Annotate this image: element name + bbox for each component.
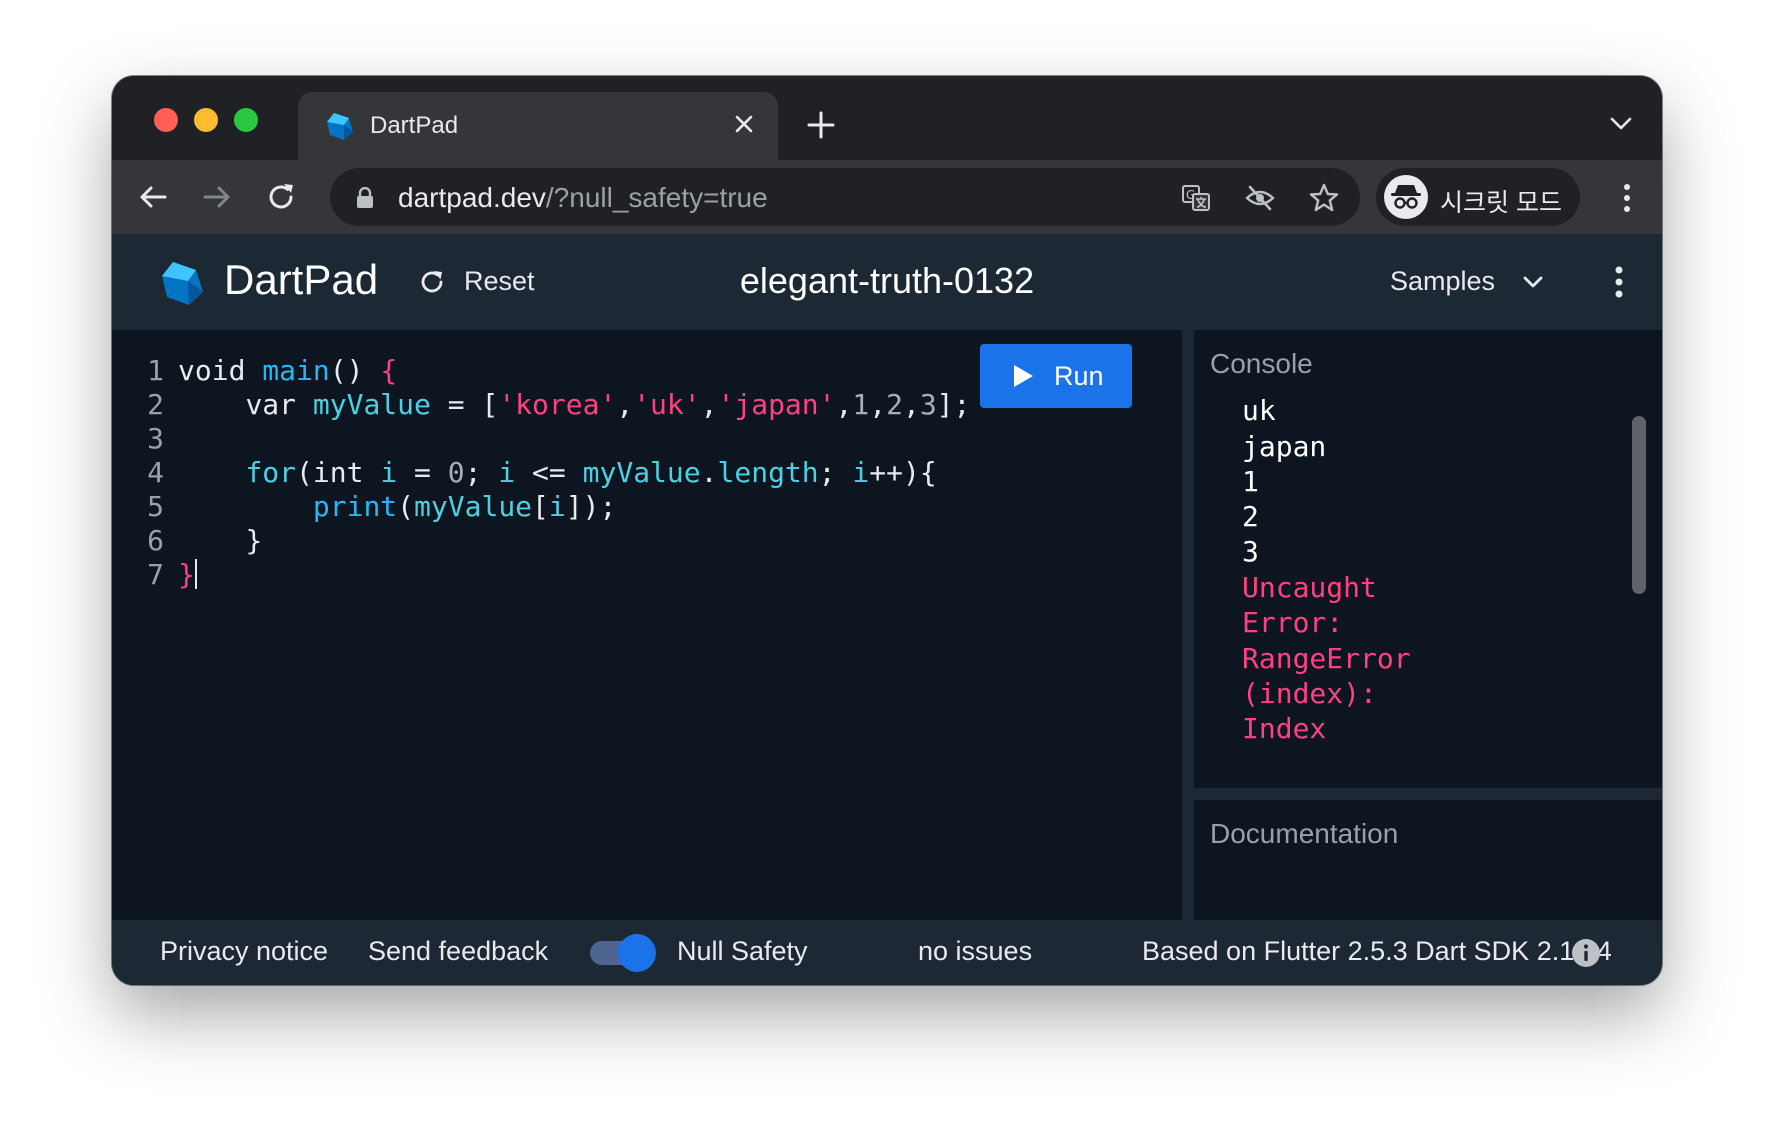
line-number: 4 <box>147 456 164 489</box>
code-line[interactable]: for(int i = 0; i <= myValue.length; i++)… <box>178 456 936 489</box>
reload-icon[interactable] <box>264 180 298 214</box>
more-vert-icon[interactable] <box>1614 264 1624 300</box>
line-number: 2 <box>147 388 164 421</box>
sdk-version: Based on Flutter 2.5.3 Dart SDK 2.14.4 <box>1142 936 1612 966</box>
more-vert-icon[interactable] <box>1622 182 1632 214</box>
issues-status: no issues <box>918 936 1033 966</box>
console-line: 2 <box>1242 500 1259 533</box>
code-line[interactable]: print(myValue[i]); <box>178 490 616 523</box>
console-error-line: (index): <box>1242 677 1377 710</box>
star-icon[interactable] <box>1308 182 1340 214</box>
code-editor[interactable]: 1 2 3 4 5 6 7 void main() { var myValue … <box>112 330 1182 920</box>
zoom-window-button[interactable] <box>234 108 258 132</box>
console-line: japan <box>1242 430 1327 463</box>
console-error-line: Error: <box>1242 606 1344 639</box>
incognito-profile-button[interactable]: 시크릿 모드 <box>1376 168 1580 226</box>
documentation-title: Documentation <box>1210 818 1399 849</box>
close-window-button[interactable] <box>154 108 178 132</box>
browser-toolbar: dartpad.dev/?null_safety=true G 시크릿 모드 <box>112 160 1662 234</box>
incognito-label: 시크릿 모드 <box>1440 189 1562 217</box>
line-number: 6 <box>147 524 164 557</box>
console-error-line: Uncaught <box>1242 571 1377 604</box>
console-line: 1 <box>1242 465 1259 498</box>
dart-logo-icon <box>327 113 353 140</box>
info-icon[interactable] <box>1571 938 1601 968</box>
panel-divider[interactable] <box>1182 330 1194 920</box>
console-line: uk <box>1242 394 1276 427</box>
send-feedback-link[interactable]: Send feedback <box>368 936 548 967</box>
code-line[interactable]: var myValue = ['korea','uk','japan',1,2,… <box>178 388 970 421</box>
browser-tab[interactable]: DartPad <box>298 92 778 160</box>
code-line[interactable]: } <box>178 558 197 591</box>
console-docs-divider[interactable] <box>1194 788 1662 800</box>
url-path: /?null_safety=true <box>545 182 768 213</box>
url-text[interactable]: dartpad.dev/?null_safety=true <box>398 182 768 214</box>
play-icon <box>1014 365 1033 387</box>
line-number: 5 <box>147 490 164 523</box>
line-number: 7 <box>147 558 164 591</box>
tab-title: DartPad <box>370 112 459 139</box>
console-line: 3 <box>1242 535 1259 568</box>
chevron-down-icon[interactable] <box>1608 114 1634 134</box>
null-safety-label: Null Safety <box>677 936 808 966</box>
back-arrow-icon[interactable] <box>136 180 170 214</box>
toggle-knob <box>618 934 656 972</box>
code-line[interactable]: void main() { <box>178 354 397 387</box>
console-panel: Console uk japan 1 2 3 Uncaught Error: R… <box>1194 330 1662 788</box>
lock-icon[interactable] <box>356 187 374 209</box>
browser-window: DartPad dartpad.dev/?null_safety=true G … <box>112 76 1662 985</box>
line-number: 1 <box>147 354 164 387</box>
null-safety-toggle[interactable] <box>590 934 656 972</box>
console-scrollbar[interactable] <box>1632 416 1646 594</box>
minimize-window-button[interactable] <box>194 108 218 132</box>
console-title: Console <box>1210 348 1313 379</box>
address-bar[interactable]: dartpad.dev/?null_safety=true G <box>330 168 1360 226</box>
close-icon[interactable] <box>732 112 756 136</box>
translate-icon[interactable]: G <box>1180 182 1212 214</box>
privacy-notice-link[interactable]: Privacy notice <box>160 936 328 967</box>
incognito-icon <box>1391 185 1421 209</box>
line-number: 3 <box>147 422 164 455</box>
documentation-panel: Documentation <box>1194 800 1662 920</box>
tab-strip: DartPad <box>112 76 1662 160</box>
run-button[interactable]: Run <box>980 344 1132 408</box>
url-host: dartpad.dev <box>398 182 546 213</box>
console-error-line: Index <box>1242 712 1327 745</box>
forward-arrow-icon[interactable] <box>200 180 234 214</box>
plus-icon[interactable] <box>806 110 836 140</box>
incognito-avatar <box>1384 175 1428 219</box>
dartpad-app-bar: DartPad Reset elegant-truth-0132 Samples <box>112 234 1662 330</box>
code-line[interactable]: } <box>178 524 262 557</box>
samples-dropdown[interactable]: Samples <box>1390 266 1495 297</box>
eye-off-icon[interactable] <box>1244 182 1276 214</box>
status-bar: Privacy notice Send feedback Null Safety… <box>112 920 1662 985</box>
text-cursor <box>194 559 197 589</box>
run-label: Run <box>1054 361 1104 391</box>
chevron-down-icon[interactable] <box>1522 274 1544 290</box>
console-error-line: RangeError <box>1242 642 1411 675</box>
